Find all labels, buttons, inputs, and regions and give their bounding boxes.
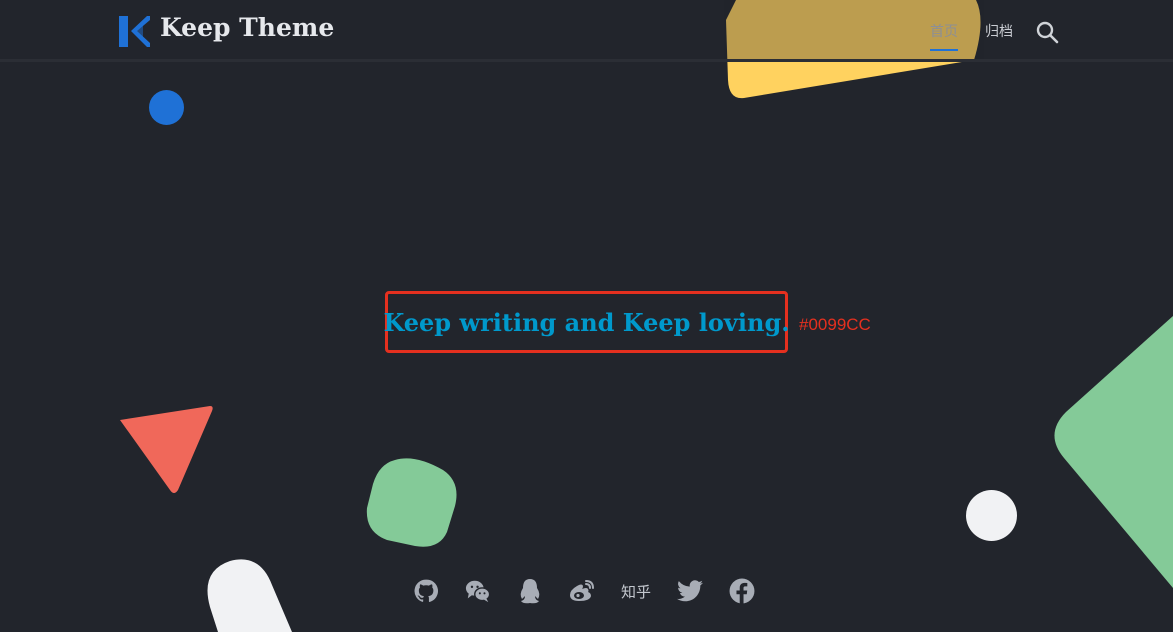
github-link[interactable] [413,578,439,604]
active-underline [930,49,958,51]
wechat-icon [465,580,491,603]
zhihu-link[interactable]: 知乎 [621,578,651,604]
hero-title: Keep writing and Keep loving. [383,307,790,337]
weibo-icon [570,580,594,601]
weibo-link[interactable] [569,578,595,604]
white-dot [966,490,1017,541]
qq-icon [520,579,540,604]
blue-dot [149,90,184,125]
nav-item-archive[interactable]: 归档 [985,21,1013,51]
color-annotation: #0099CC [799,315,871,334]
white-capsule [207,559,292,632]
nav-item-label: 首页 [930,24,958,40]
nav-item-home[interactable]: 首页 [930,21,958,51]
k-logo-icon[interactable] [119,16,150,47]
hero-highlight-box: Keep writing and Keep loving. [383,291,790,353]
facebook-link[interactable] [729,578,755,604]
facebook-icon [729,578,755,604]
github-icon [414,579,439,602]
search-button[interactable] [1035,20,1059,44]
social-links: 知乎 [413,576,781,606]
twitter-icon [677,580,704,602]
twitter-link[interactable] [677,578,704,604]
qq-link[interactable] [517,578,543,604]
top-header: Keep Theme 首页 归档 [0,0,1173,62]
wechat-link[interactable] [465,578,491,604]
green-diamond [1054,316,1173,588]
brand-name[interactable]: Keep Theme [160,13,334,42]
search-icon [1036,21,1059,44]
green-blob [366,458,457,547]
red-triangle [120,406,213,493]
nav-item-label: 归档 [985,24,1013,40]
